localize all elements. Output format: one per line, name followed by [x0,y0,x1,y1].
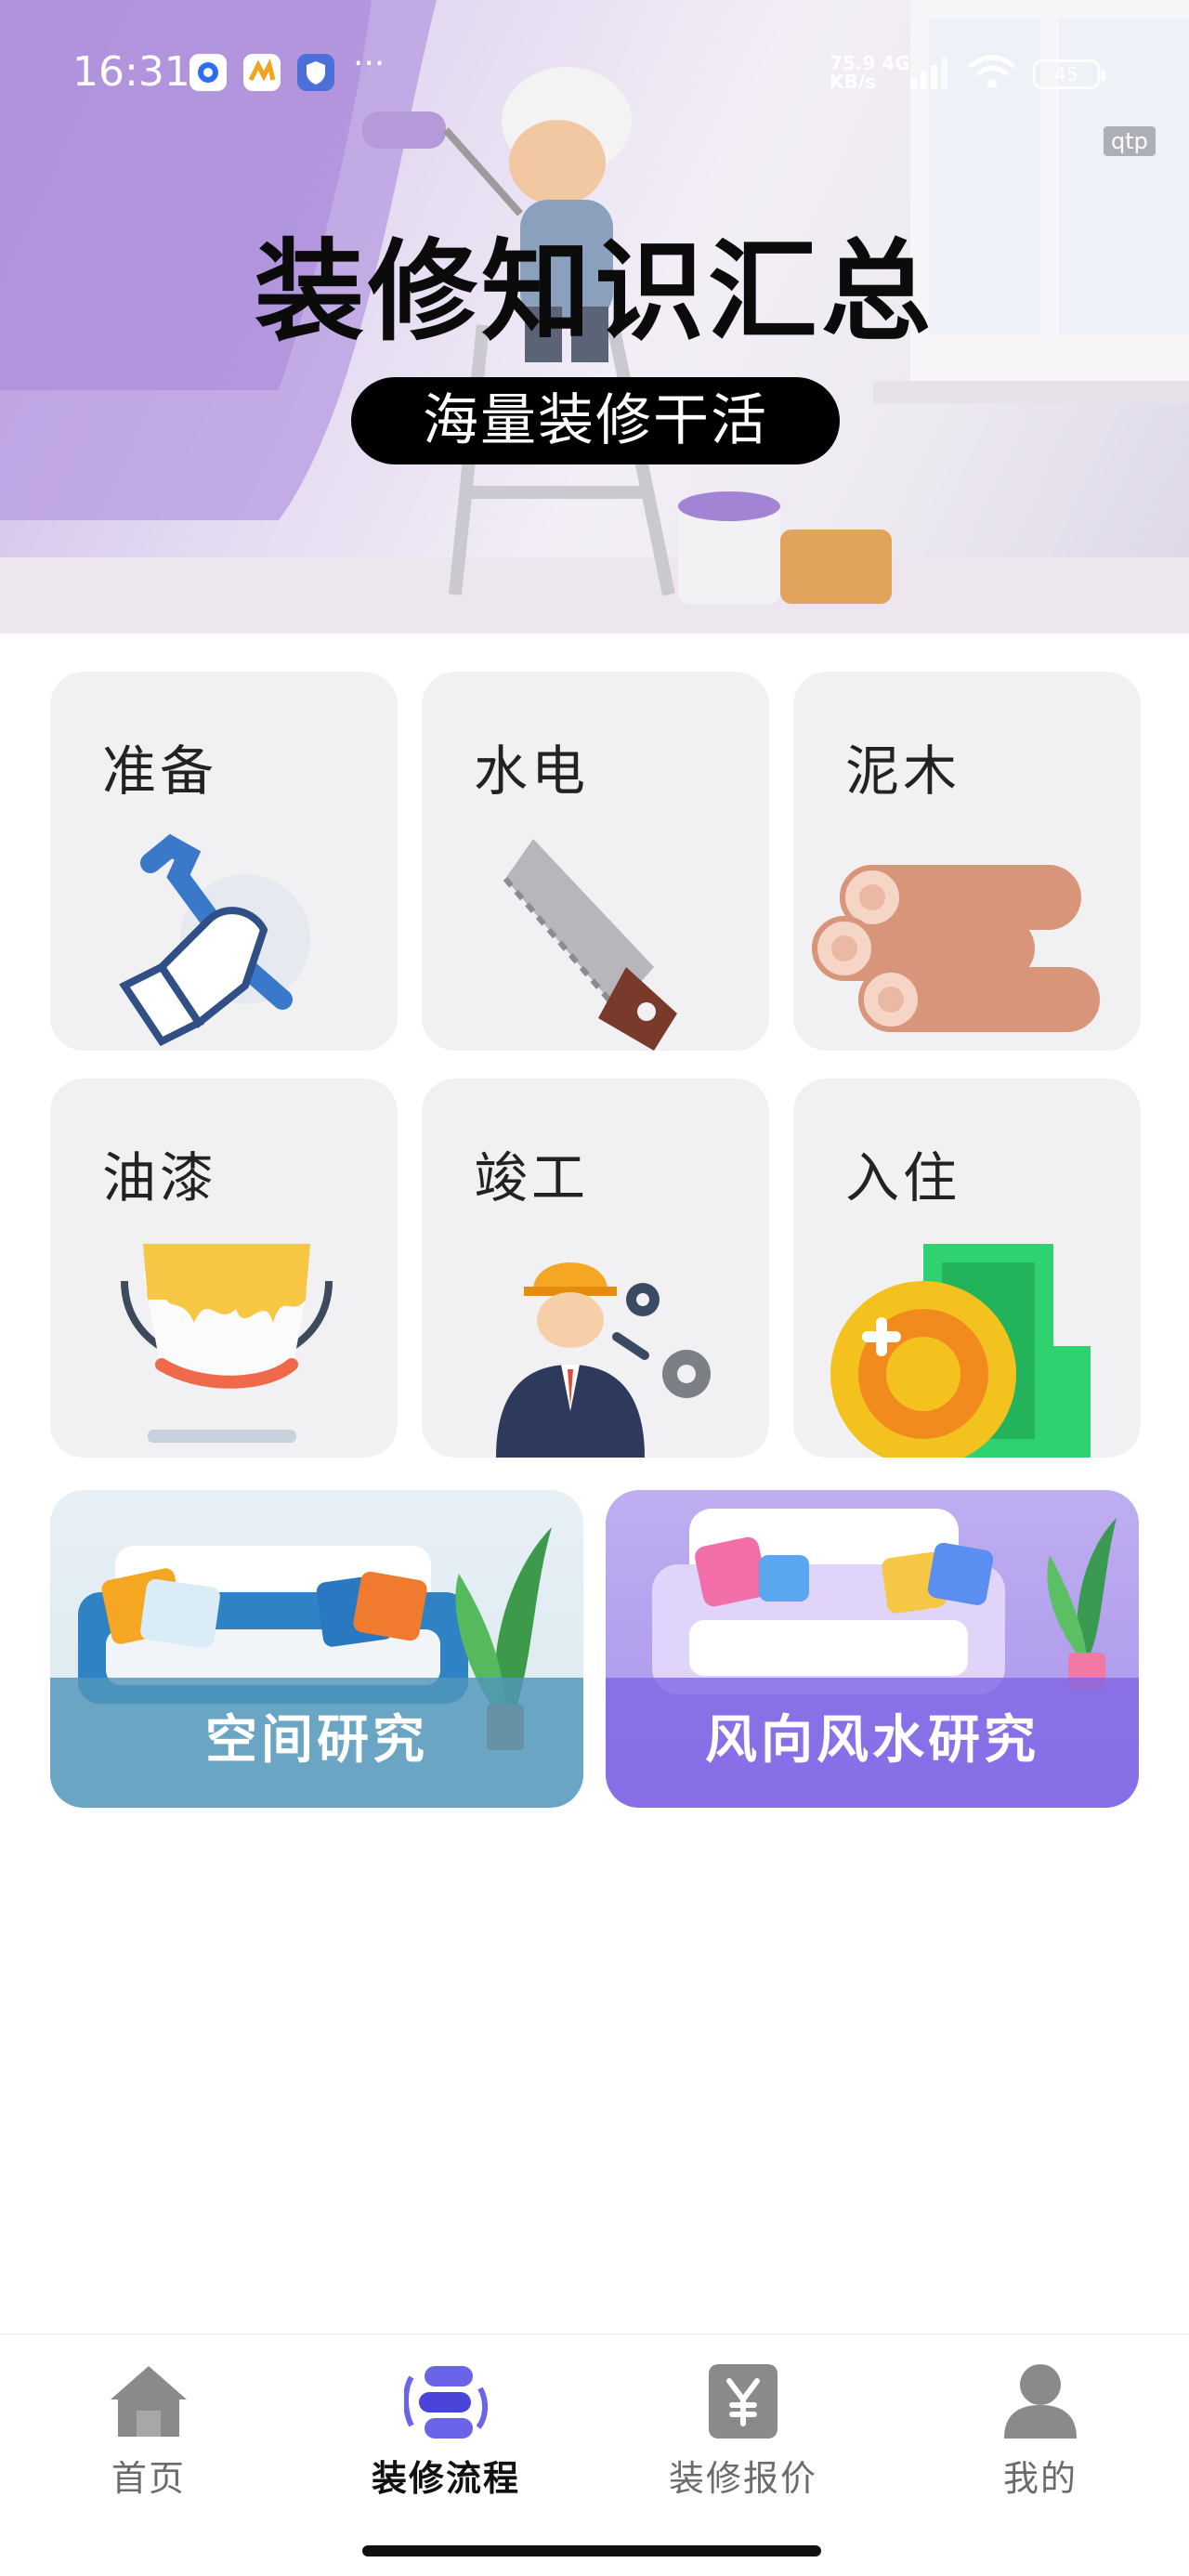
engineer-icon [496,1262,711,1458]
status-bar: 16:31 ··· 75.9 4G KB/s 45 [0,0,1189,139]
nav-process[interactable]: 装修流程 [353,2360,539,2501]
category-label: 竣工 [474,1146,590,1210]
home-icon [111,2366,187,2437]
category-card-plumbing[interactable]: 水电 [422,672,769,1051]
battery-indicator: 45 [1033,59,1105,89]
shield-app-icon [297,54,334,91]
home-indicator[interactable] [362,2545,821,2556]
watermark-tag: qtp [1104,126,1156,156]
signal-icon [910,58,947,89]
nav-home[interactable]: 首页 [56,2360,242,2501]
nav-quote[interactable]: 装修报价 [650,2360,836,2501]
category-card-move-in[interactable]: 入住 [793,1079,1141,1458]
status-overflow: ··· [353,45,385,83]
saw-icon [503,839,677,1051]
category-card-masonry[interactable]: 泥木 [793,672,1141,1051]
coins-icon [830,1244,1091,1458]
category-label: 准备 [102,739,218,803]
wrench-hand-icon [119,833,310,1047]
category-label: 油漆 [102,1146,218,1210]
feature-space-research[interactable]: 空间研究 [50,1490,583,1808]
nav-label: 装修流程 [371,2458,520,2499]
category-card-prepare[interactable]: 准备 [50,672,398,1051]
feature-label: 风向风水研究 [606,1678,1139,1808]
category-label: 入住 [845,1146,961,1210]
wifi-icon [968,55,1016,88]
hero-title: 装修知识汇总 [254,228,934,356]
hero-subtitle: 海量装修干活 [351,377,840,464]
feature-label: 空间研究 [50,1678,583,1808]
network-type: 4G [882,52,910,74]
nav-mine[interactable]: 我的 [947,2360,1133,2501]
nav-label: 装修报价 [668,2458,817,2499]
paint-bucket-icon [121,1244,333,1443]
category-label: 泥木 [845,739,961,803]
bottom-navigation: 首页 装修流程 装修报价 我的 [0,2334,1189,2576]
status-time: 16:31 [72,48,190,96]
process-icon [404,2366,488,2439]
network-unit: KB/s [830,71,876,93]
feature-fengshui-research[interactable]: 风向风水研究 [606,1490,1139,1808]
nav-label: 我的 [1002,2458,1078,2499]
mail-app-icon [243,54,281,91]
logs-icon [812,865,1100,1032]
user-icon [1004,2364,1077,2439]
hero-banner: 16:31 ··· 75.9 4G KB/s 45 qtp 装修知识汇总 海量装… [0,0,1189,634]
category-card-completion[interactable]: 竣工 [422,1079,769,1458]
price-icon [709,2364,777,2439]
network-speed: 75.9 4G KB/s [830,54,910,91]
nav-label: 首页 [111,2458,186,2499]
category-label: 水电 [474,739,590,803]
browser-app-icon [189,54,227,91]
category-card-paint[interactable]: 油漆 [50,1079,398,1458]
